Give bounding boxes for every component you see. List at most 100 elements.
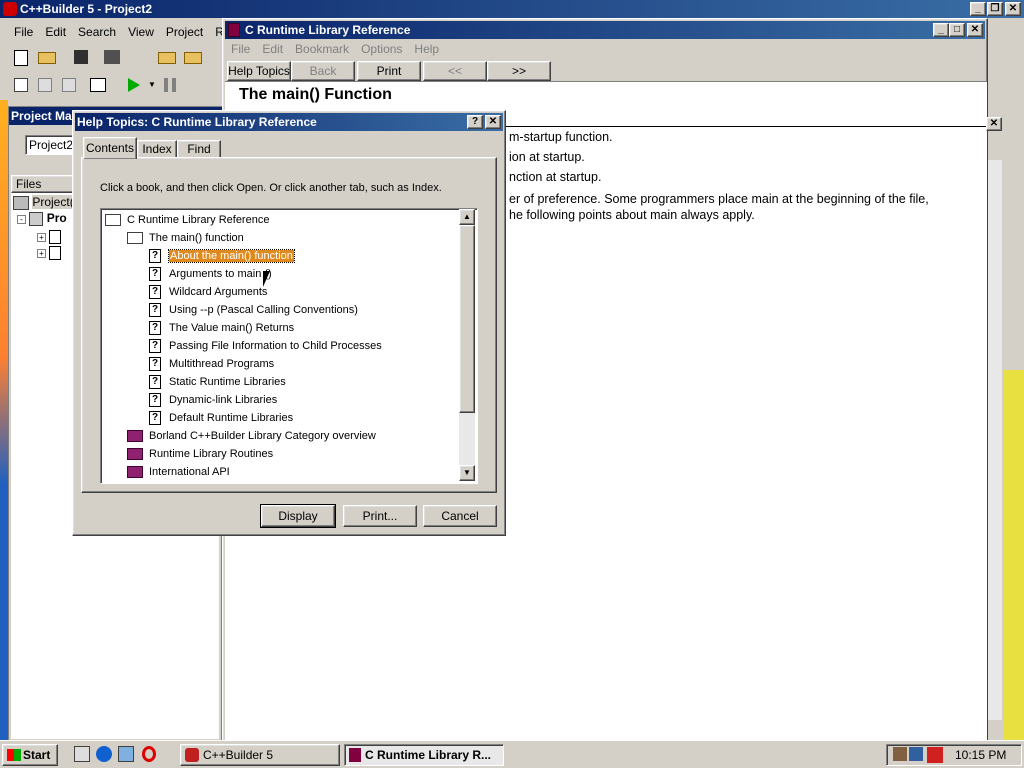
help-maximize-button[interactable]: □ (949, 23, 965, 37)
run-dropdown-icon[interactable]: ▼ (148, 80, 156, 89)
tree-topic-label: Using --p (Pascal Calling Conventions) (169, 304, 358, 316)
clock[interactable]: 10:15 PM (955, 748, 1006, 762)
help-menu-help[interactable]: Help (408, 39, 445, 59)
tree-closed-book[interactable]: Borland C++Builder Library Category over… (127, 426, 376, 444)
browse-back-button[interactable]: << (423, 61, 487, 81)
pause-icon[interactable] (164, 78, 176, 92)
expand-icon[interactable]: + (37, 233, 46, 242)
ide-right-scrollbar[interactable] (988, 160, 1002, 720)
unit-node-2[interactable]: + (37, 245, 62, 261)
tab-contents[interactable]: Contents (83, 137, 137, 159)
ide-menu-project[interactable]: Project (160, 22, 209, 42)
tree-topic[interactable]: ? Using --p (Pascal Calling Conventions) (149, 300, 358, 318)
tree-open-book-label: The main() function (149, 232, 244, 244)
help-menu-options[interactable]: Options (355, 39, 408, 59)
tree-topic[interactable]: ? Static Runtime Libraries (149, 372, 286, 390)
new-icon[interactable] (14, 50, 28, 66)
dialog-print-button[interactable]: Print... (343, 505, 417, 527)
tree-open-book[interactable]: The main() function (127, 228, 244, 246)
ide-close-button[interactable]: ✕ (1005, 2, 1021, 16)
tree-scrollbar[interactable]: ▲ ▼ (459, 209, 475, 481)
dialog-help-button[interactable]: ? (467, 115, 483, 129)
add-to-project-icon[interactable] (184, 52, 202, 64)
ide-menu-file[interactable]: File (8, 22, 39, 42)
start-button[interactable]: Start (2, 744, 58, 766)
help-topics-button[interactable]: Help Topics (227, 61, 291, 81)
open-project-icon[interactable] (158, 52, 176, 64)
run-icon[interactable] (128, 78, 140, 92)
contents-tree[interactable]: C Runtime Library Reference The main() f… (100, 208, 478, 484)
tree-topic[interactable]: ? Arguments to main () (149, 264, 272, 282)
help-titlebar[interactable]: C Runtime Library Reference (225, 21, 985, 39)
toggle-form-icon[interactable] (62, 78, 76, 92)
display-button[interactable]: Display (260, 504, 336, 528)
view-unit-icon[interactable] (14, 78, 28, 92)
internet-explorer-icon[interactable] (96, 746, 112, 762)
closed-book-icon (127, 465, 143, 478)
task-help[interactable]: C Runtime Library R... (344, 744, 504, 766)
help-topic-icon: ? (149, 302, 161, 317)
desktop-strip-right (1004, 370, 1024, 740)
help-minimize-button[interactable]: _ (933, 23, 949, 37)
scroll-down-arrow-icon[interactable]: ▼ (459, 465, 475, 481)
tray-icon-3[interactable] (927, 747, 943, 763)
project-node[interactable]: - Pro (17, 211, 67, 227)
tray-icon-1[interactable] (893, 747, 907, 761)
tree-topic[interactable]: ? Passing File Information to Child Proce… (149, 336, 382, 354)
topic-line-1: m-startup function. (509, 130, 613, 144)
ide-menubar: FileEditSearchViewProjectRun (8, 22, 243, 42)
start-label: Start (23, 748, 51, 762)
cancel-button[interactable]: Cancel (423, 505, 497, 527)
dialog-close-button[interactable]: ✕ (485, 115, 501, 129)
opera-icon[interactable] (142, 746, 156, 762)
tree-closed-book[interactable]: International API (127, 462, 230, 480)
help-menu-file[interactable]: File (225, 39, 256, 59)
unit-file-icon (49, 229, 62, 244)
show-desktop-icon[interactable] (74, 746, 90, 762)
taskbar: Start C++Builder 5 C Runtime Library R..… (0, 740, 1024, 768)
help-close-button[interactable]: ✕ (967, 23, 983, 37)
scroll-up-arrow-icon[interactable]: ▲ (459, 209, 475, 225)
ide-minimize-button[interactable]: _ (970, 2, 986, 16)
scroll-thumb[interactable] (459, 225, 475, 413)
expand-icon[interactable]: + (37, 249, 46, 258)
collapse-icon[interactable]: - (17, 215, 26, 224)
ide-menu-search[interactable]: Search (72, 22, 122, 42)
network-icon[interactable] (118, 746, 134, 762)
save-all-icon[interactable] (104, 50, 120, 64)
task-cbuilder[interactable]: C++Builder 5 (180, 744, 340, 766)
tree-topic[interactable]: ? Default Runtime Libraries (149, 408, 293, 426)
help-menu-bookmark[interactable]: Bookmark (289, 39, 355, 59)
ide-menu-view[interactable]: View (122, 22, 160, 42)
ide-titlebar[interactable]: C++Builder 5 - Project2 (0, 0, 1024, 18)
tree-root[interactable]: C Runtime Library Reference (105, 210, 269, 228)
open-icon[interactable] (38, 52, 56, 64)
tray-icon-2[interactable] (909, 747, 923, 761)
dialog-titlebar[interactable]: Help Topics: C Runtime Library Reference (75, 113, 503, 131)
tree-closed-book[interactable]: Runtime Library Routines (127, 444, 273, 462)
back-button[interactable]: Back (291, 61, 355, 81)
print-button[interactable]: Print (357, 61, 421, 81)
task-cbuilder-label: C++Builder 5 (203, 748, 274, 762)
browse-forward-button[interactable]: >> (487, 61, 551, 81)
tree-closed-book-label: International API (149, 466, 230, 478)
new-form-icon[interactable] (90, 78, 106, 92)
tree-topic[interactable]: ? Dynamic-link Libraries (149, 390, 277, 408)
tree-topic[interactable]: ? Multithread Programs (149, 354, 274, 372)
task-help-label: C Runtime Library R... (365, 748, 492, 762)
project-group-node[interactable]: Project( (13, 195, 74, 211)
project-label: Pro (46, 211, 67, 225)
ide-menu-edit[interactable]: Edit (39, 22, 72, 42)
help-menu-edit[interactable]: Edit (256, 39, 289, 59)
view-form-icon[interactable] (38, 78, 52, 92)
ide-restore-button[interactable]: ❐ (987, 2, 1003, 16)
open-book-icon (105, 213, 121, 226)
tree-topic[interactable]: ? Wildcard Arguments (149, 282, 267, 300)
save-icon[interactable] (74, 50, 88, 64)
tab-contents-label: Contents (85, 141, 135, 155)
ide-right-close-button[interactable]: ✕ (986, 117, 1002, 131)
tree-topic[interactable]: ? About the main() function (149, 246, 295, 264)
tab-panel: Click a book, and then click Open. Or cl… (81, 157, 497, 493)
unit-node-1[interactable]: + (37, 229, 62, 245)
tree-topic[interactable]: ? The Value main() Returns (149, 318, 294, 336)
